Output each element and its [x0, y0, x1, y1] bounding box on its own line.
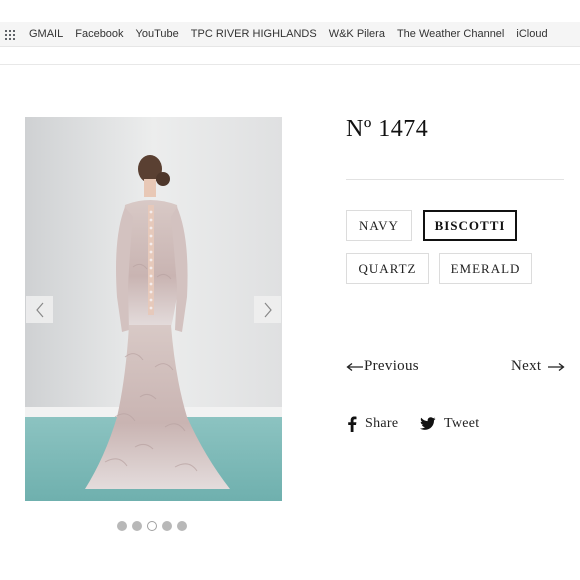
product-image[interactable] — [25, 117, 282, 501]
carousel-dot-active[interactable] — [147, 521, 157, 531]
bookmarks-bar: GMAIL Facebook YouTube TPC RIVER HIGHLAN… — [0, 22, 580, 47]
title-divider — [346, 179, 564, 180]
carousel-dot[interactable] — [177, 521, 187, 531]
color-option-navy[interactable]: NAVY — [346, 210, 412, 241]
previous-link[interactable]: Previous — [346, 358, 419, 375]
previous-label: Previous — [364, 358, 419, 374]
chevron-left-icon — [35, 302, 43, 317]
carousel-dot[interactable] — [117, 521, 127, 531]
carousel-pagination — [117, 521, 187, 531]
bookmark-gmail[interactable]: GMAIL — [29, 28, 63, 40]
gown-photo — [25, 117, 282, 501]
product-title: Nº 1474 — [346, 116, 429, 142]
twitter-tweet-button[interactable]: Tweet — [420, 416, 480, 432]
bookmark-youtube[interactable]: YouTube — [136, 28, 179, 40]
next-link[interactable]: Next — [511, 358, 565, 375]
next-label: Next — [511, 358, 542, 374]
color-option-quartz[interactable]: QUARTZ — [346, 253, 429, 284]
bookmark-icloud[interactable]: iCloud — [516, 28, 547, 40]
bookmark-tpc-river-highlands[interactable]: TPC RIVER HIGHLANDS — [191, 28, 317, 40]
color-option-biscotti[interactable]: BISCOTTI — [423, 210, 517, 241]
facebook-share-button[interactable]: Share — [347, 416, 398, 432]
carousel-dot[interactable] — [132, 521, 142, 531]
chevron-right-icon — [264, 302, 272, 317]
apps-grid-icon[interactable] — [5, 29, 16, 40]
carousel-next-button[interactable] — [254, 296, 281, 323]
twitter-icon — [420, 417, 436, 430]
color-option-emerald[interactable]: EMERALD — [439, 253, 532, 284]
bookmark-wk-pilera[interactable]: W&K Pilera — [329, 28, 385, 40]
arrow-left-icon — [346, 362, 363, 371]
facebook-icon — [348, 416, 357, 432]
header-divider — [0, 64, 580, 65]
carousel-prev-button[interactable] — [26, 296, 53, 323]
carousel-dot[interactable] — [162, 521, 172, 531]
share-label: Share — [365, 416, 399, 431]
bookmark-weather-channel[interactable]: The Weather Channel — [397, 28, 504, 40]
bookmark-facebook[interactable]: Facebook — [75, 28, 123, 40]
arrow-right-icon — [548, 362, 565, 371]
tweet-label: Tweet — [444, 416, 480, 431]
